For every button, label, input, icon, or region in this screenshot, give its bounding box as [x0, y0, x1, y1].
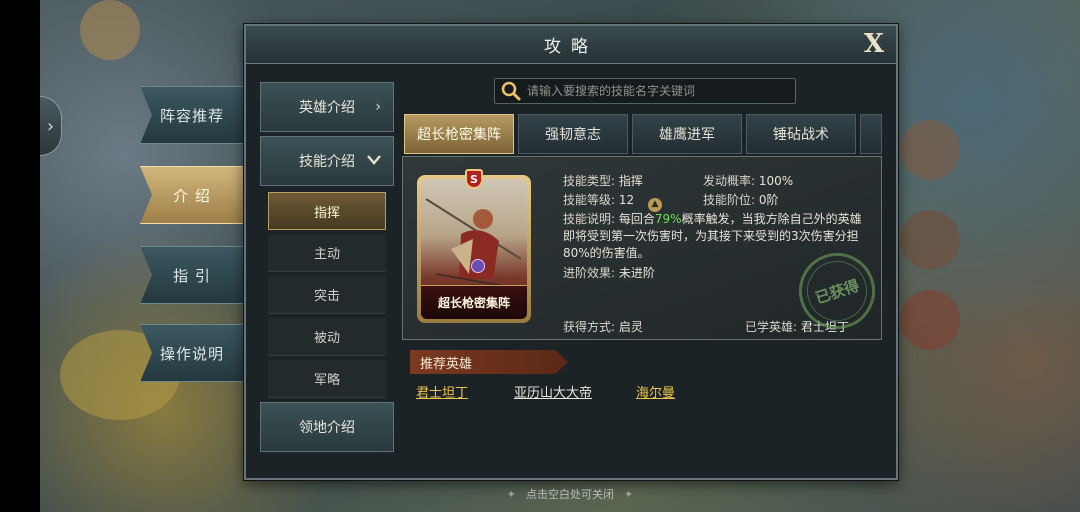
search-input[interactable]	[527, 84, 787, 98]
hero-link-alexander[interactable]: 亚历山大大帝	[514, 382, 592, 401]
skill-search-box[interactable]	[494, 78, 796, 104]
nav-skill-intro[interactable]: 技能介绍	[260, 136, 394, 186]
hero-link-hermann[interactable]: 海尔曼	[636, 382, 675, 401]
nav-skill-intro-label: 技能介绍	[299, 154, 355, 170]
screen-bezel	[0, 0, 40, 512]
skill-card: 超长枪密集阵 S	[417, 169, 531, 323]
background-avatar	[80, 0, 140, 60]
tab-skill-3[interactable]: 雄鹰进军	[632, 114, 742, 154]
chevron-down-icon	[367, 153, 381, 169]
rank-gem-icon	[471, 259, 485, 273]
skill-description: 技能说明: 每回合79%概率触发，当我方除自己外的英雄即将受到第一次伤害时，为其…	[563, 212, 862, 260]
skill-level: 技能等级: 12 ▲	[563, 192, 662, 212]
skill-advance-effect: 进阶效果: 未进阶	[563, 266, 655, 280]
sub-item-passive[interactable]: 被动	[268, 318, 386, 356]
sub-item-command[interactable]: 指挥	[268, 192, 386, 230]
close-hint: ✦ 点击空白处可关闭 ✦	[506, 487, 634, 502]
sub-item-assault[interactable]: 突击	[268, 276, 386, 314]
panel-title-text: 攻略	[544, 37, 598, 57]
skill-type: 技能类型: 指挥	[563, 174, 643, 188]
strategy-panel: 攻略 X 英雄介绍 › 技能介绍 指挥 主动 突击 被动 军略 领地介绍 超长枪…	[244, 24, 898, 480]
s-rank-badge: S	[465, 169, 483, 189]
tab-skill-1[interactable]: 超长枪密集阵	[404, 114, 514, 154]
tab-skill-4[interactable]: 锤砧战术	[746, 114, 856, 154]
nav-hero-intro-label: 英雄介绍	[299, 100, 355, 116]
ornament-icon: ✦	[506, 487, 516, 501]
category-tab-guide[interactable]: 指 引	[140, 246, 244, 304]
background-hero-portrait	[900, 210, 960, 270]
skill-trigger-rate: 发动概率: 100%	[703, 174, 794, 188]
tab-overflow[interactable]	[860, 114, 882, 154]
category-tab-controls[interactable]: 操作说明	[140, 324, 244, 382]
skill-rank: 技能阶位: 0阶	[703, 193, 779, 207]
panel-title: 攻略	[246, 26, 896, 64]
level-up-icon[interactable]: ▲	[647, 197, 662, 212]
skill-tabs: 超长枪密集阵 强韧意志 雄鹰进军 锤砧战术	[404, 114, 882, 154]
hero-link-constantine[interactable]: 君士坦丁	[416, 382, 468, 401]
category-tab-intro[interactable]: 介 绍	[140, 166, 244, 224]
skill-card-art: 超长枪密集阵	[421, 179, 527, 319]
skill-card-name: 超长枪密集阵	[421, 285, 527, 319]
tab-skill-2[interactable]: 强韧意志	[518, 114, 628, 154]
category-tab-lineup[interactable]: 阵容推荐	[140, 86, 244, 144]
nav-territory-intro-label: 领地介绍	[299, 420, 355, 436]
sub-item-tactics[interactable]: 军略	[268, 360, 386, 398]
sub-item-active[interactable]: 主动	[268, 234, 386, 272]
guide-nav: 英雄介绍 › 技能介绍 指挥 主动 突击 被动 军略 领地介绍	[260, 82, 394, 470]
background-hero-portrait	[900, 120, 960, 180]
background-hero-portrait	[900, 290, 960, 350]
skill-detail: 超长枪密集阵 S 技能类型: 指挥 发动概率: 100% 技能等级: 12 ▲ …	[402, 156, 885, 340]
skill-obtain-method: 获得方式: 启灵	[563, 320, 643, 334]
nav-territory-intro[interactable]: 领地介绍	[260, 402, 394, 452]
nav-hero-intro[interactable]: 英雄介绍 ›	[260, 82, 394, 132]
close-button[interactable]: X	[860, 29, 888, 59]
chevron-right-icon: ›	[375, 99, 381, 115]
ornament-icon: ✦	[624, 487, 634, 501]
recommended-heroes-header: 推荐英雄	[410, 350, 568, 374]
search-icon	[501, 81, 521, 101]
